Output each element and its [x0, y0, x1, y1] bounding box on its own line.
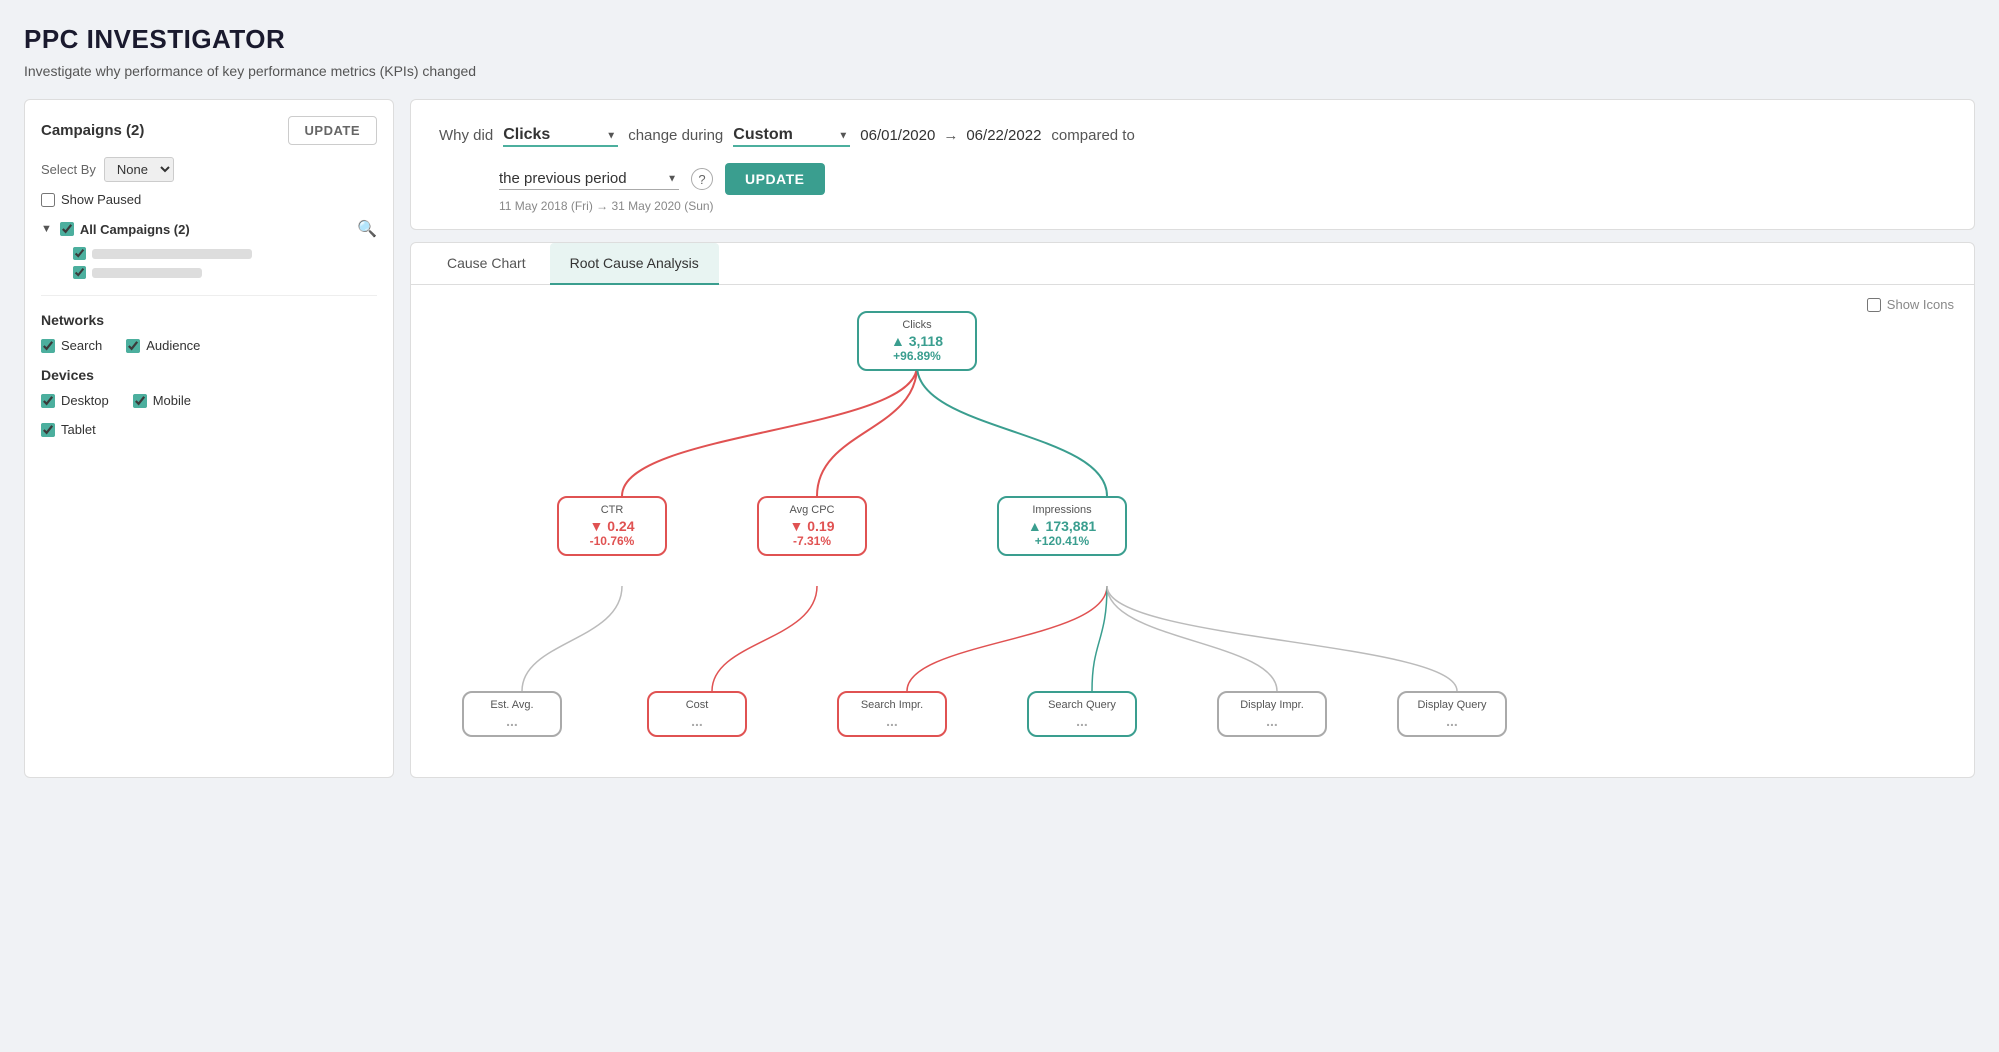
- ctr-node[interactable]: CTR ▼ 0.24 -10.76%: [557, 496, 667, 556]
- page-title: PPC INVESTIGATOR: [24, 24, 1975, 55]
- tabs-panel: Cause Chart Root Cause Analysis Show Ico…: [410, 242, 1975, 778]
- cost-value: ...: [663, 713, 731, 729]
- select-by-label: Select By: [41, 162, 96, 177]
- root-node-value: ▲ 3,118: [873, 333, 961, 349]
- period-dropdown[interactable]: Custom Last 7 days Last 30 days This Mon…: [733, 124, 850, 147]
- search-query-value: ...: [1043, 713, 1121, 729]
- metric-dropdown[interactable]: Clicks Impressions Cost CTR: [503, 124, 618, 147]
- search-impr-node[interactable]: Search Impr. ...: [837, 691, 947, 737]
- ctr-node-title: CTR: [573, 504, 651, 516]
- comparison-date-hint: 11 May 2018 (Fri) → 31 May 2020 (Sun): [439, 199, 1946, 213]
- tree-diagram: Clicks ▲ 3,118 +96.89% CTR ▼ 0.24 -10.76…: [427, 301, 1958, 761]
- campaign-checkbox-1[interactable]: [73, 247, 86, 260]
- root-node-percent: +96.89%: [873, 349, 961, 363]
- root-node-title: Clicks: [873, 319, 961, 331]
- campaign-search-icon[interactable]: 🔍: [357, 219, 377, 239]
- ctr-node-value: ▼ 0.24: [573, 518, 651, 534]
- search-impr-value: ...: [853, 713, 931, 729]
- impressions-node-title: Impressions: [1013, 504, 1111, 516]
- search-impr-title: Search Impr.: [853, 699, 931, 711]
- page-subtitle: Investigate why performance of key perfo…: [24, 63, 1975, 79]
- networks-group: Search Audience: [41, 338, 377, 353]
- network-audience-label: Audience: [146, 338, 200, 353]
- sidebar-update-button[interactable]: UPDATE: [288, 116, 377, 145]
- cost-node[interactable]: Cost ...: [647, 691, 747, 737]
- device-tablet-checkbox[interactable]: [41, 423, 55, 437]
- network-search-checkbox[interactable]: [41, 339, 55, 353]
- devices-title: Devices: [41, 367, 377, 383]
- date-end: 06/22/2022: [966, 127, 1041, 144]
- campaign-name-2: [92, 268, 202, 278]
- show-paused-label: Show Paused: [61, 192, 141, 207]
- query-panel: Why did Clicks Impressions Cost CTR chan…: [410, 99, 1975, 230]
- device-tablet-label: Tablet: [61, 422, 96, 437]
- display-query-node[interactable]: Display Query ...: [1397, 691, 1507, 737]
- campaign-name-1: [92, 249, 252, 259]
- display-query-title: Display Query: [1413, 699, 1491, 711]
- search-query-node[interactable]: Search Query ...: [1027, 691, 1137, 737]
- display-impr-title: Display Impr.: [1233, 699, 1311, 711]
- device-mobile-label: Mobile: [153, 393, 191, 408]
- impressions-node[interactable]: Impressions ▲ 173,881 +120.41%: [997, 496, 1127, 556]
- select-by-dropdown[interactable]: None: [104, 157, 174, 182]
- all-campaigns-checkbox[interactable]: [60, 222, 74, 236]
- avg-cpc-node[interactable]: Avg CPC ▼ 0.19 -7.31%: [757, 496, 867, 556]
- tab-root-cause-analysis[interactable]: Root Cause Analysis: [550, 243, 719, 285]
- all-campaigns-label: All Campaigns (2): [80, 222, 190, 237]
- sidebar: Campaigns (2) UPDATE Select By None Show…: [24, 99, 394, 778]
- device-desktop-checkbox[interactable]: [41, 394, 55, 408]
- avg-cpc-node-value: ▼ 0.19: [773, 518, 851, 534]
- avg-cpc-node-percent: -7.31%: [773, 534, 851, 548]
- show-paused-checkbox[interactable]: [41, 193, 55, 207]
- impressions-node-value: ▲ 173,881: [1013, 518, 1111, 534]
- campaign-checkbox-2[interactable]: [73, 266, 86, 279]
- campaign-item: [73, 247, 377, 260]
- impressions-node-percent: +120.41%: [1013, 534, 1111, 548]
- main-update-button[interactable]: UPDATE: [725, 163, 825, 195]
- device-mobile-checkbox[interactable]: [133, 394, 147, 408]
- devices-group-2: Tablet: [41, 422, 377, 437]
- compared-to-label: compared to: [1051, 127, 1134, 144]
- date-start: 06/01/2020: [860, 127, 935, 144]
- chart-area: Show Icons: [411, 285, 1974, 777]
- network-search-label: Search: [61, 338, 102, 353]
- tabs-row: Cause Chart Root Cause Analysis: [411, 243, 1974, 285]
- comparison-period-dropdown[interactable]: the previous period the previous year cu…: [499, 168, 679, 190]
- network-audience-checkbox[interactable]: [126, 339, 140, 353]
- display-query-value: ...: [1413, 713, 1491, 729]
- est-avg-value: ...: [478, 713, 546, 729]
- help-button[interactable]: ?: [691, 168, 713, 190]
- campaigns-title: Campaigns (2): [41, 122, 144, 139]
- display-impr-node[interactable]: Display Impr. ...: [1217, 691, 1327, 737]
- avg-cpc-node-title: Avg CPC: [773, 504, 851, 516]
- est-avg-title: Est. Avg.: [478, 699, 546, 711]
- tab-cause-chart[interactable]: Cause Chart: [427, 243, 546, 285]
- tree-arrow: ▼: [41, 223, 52, 235]
- networks-title: Networks: [41, 312, 377, 328]
- search-query-title: Search Query: [1043, 699, 1121, 711]
- campaign-item: [73, 266, 377, 279]
- date-arrow-icon: →: [943, 127, 958, 144]
- devices-group: Desktop Mobile: [41, 393, 377, 408]
- root-node[interactable]: Clicks ▲ 3,118 +96.89%: [857, 311, 977, 371]
- display-impr-value: ...: [1233, 713, 1311, 729]
- cost-title: Cost: [663, 699, 731, 711]
- device-desktop-label: Desktop: [61, 393, 109, 408]
- ctr-node-percent: -10.76%: [573, 534, 651, 548]
- est-avg-node[interactable]: Est. Avg. ...: [462, 691, 562, 737]
- why-did-label: Why did: [439, 127, 493, 144]
- change-during-label: change during: [628, 127, 723, 144]
